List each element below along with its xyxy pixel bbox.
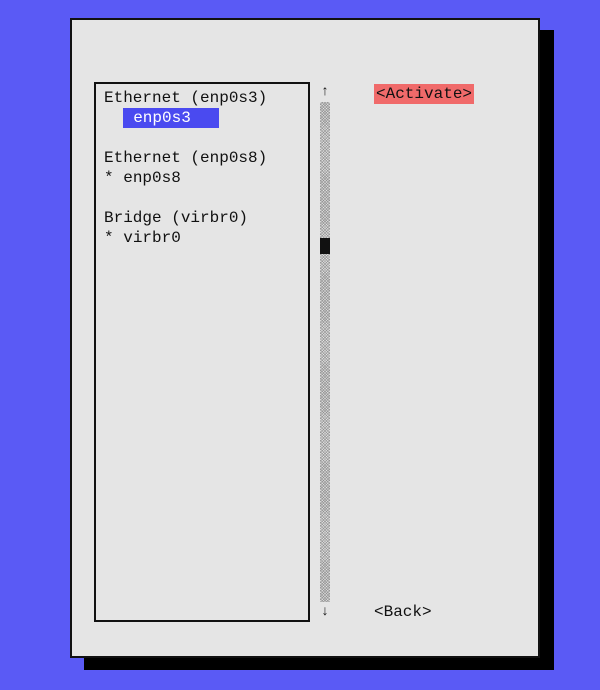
scrollbar-track-fill xyxy=(320,102,330,602)
connection-item[interactable]: * virbr0 xyxy=(104,228,300,248)
scroll-up-icon[interactable]: ↑ xyxy=(318,82,332,102)
scrollbar-track[interactable] xyxy=(320,102,330,602)
back-button[interactable]: <Back> xyxy=(374,602,432,622)
scrollbar[interactable]: ↑ ↓ xyxy=(318,82,332,622)
connection-item-label: enp0s8 xyxy=(114,169,181,187)
scrollbar-thumb[interactable] xyxy=(320,238,330,254)
connection-item-label: virbr0 xyxy=(114,229,181,247)
nmtui-dialog: Ethernet (enp0s3) enp0s3 Ethernet (enp0s8… xyxy=(70,18,540,658)
active-marker: * xyxy=(104,169,114,187)
connection-list: Ethernet (enp0s3) enp0s3 Ethernet (enp0s8… xyxy=(94,82,310,622)
activate-button[interactable]: <Activate> xyxy=(374,84,474,104)
connection-header: Bridge (virbr0) xyxy=(104,208,300,228)
connection-item[interactable]: enp0s3 xyxy=(104,108,300,128)
connection-header: Ethernet (enp0s8) xyxy=(104,148,300,168)
connection-item[interactable]: * enp0s8 xyxy=(104,168,300,188)
active-marker: * xyxy=(104,229,114,247)
connection-header: Ethernet (enp0s3) xyxy=(104,88,300,108)
connection-item-label: enp0s3 xyxy=(123,108,219,128)
scroll-down-icon[interactable]: ↓ xyxy=(318,602,332,622)
